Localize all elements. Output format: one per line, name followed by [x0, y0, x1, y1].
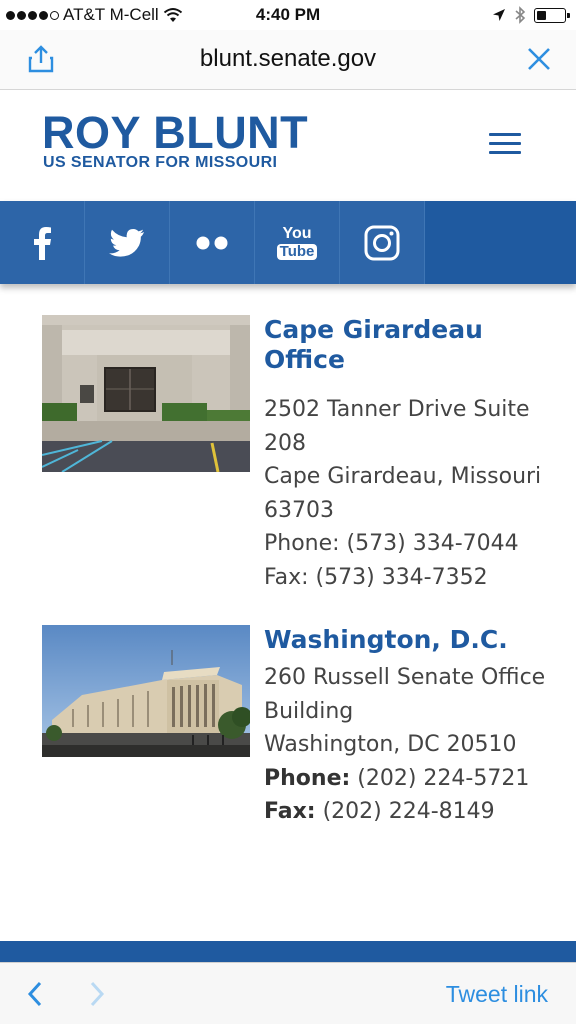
- site-logo-name[interactable]: ROY BLUNT: [42, 109, 308, 157]
- office-photo-washington-dc: [42, 625, 250, 757]
- youtube-icon[interactable]: You Tube: [255, 201, 340, 284]
- clock: 4:40 PM: [255, 5, 321, 24]
- bluetooth-icon: [515, 6, 526, 24]
- office-title-line2: Office: [264, 345, 345, 374]
- social-links-bar: You Tube: [0, 201, 576, 284]
- status-icons: [492, 6, 570, 24]
- fax-label: Fax:: [264, 799, 316, 824]
- twitter-icon[interactable]: [85, 201, 170, 284]
- location-arrow-icon: [493, 9, 505, 21]
- office-city-line1: Cape Girardeau, Missouri: [264, 464, 542, 489]
- hamburger-menu-icon[interactable]: [489, 133, 521, 155]
- phone-label: Phone:: [264, 765, 351, 791]
- youtube-label-top: You: [282, 224, 312, 242]
- office-title[interactable]: Cape Girardeau Office: [264, 315, 554, 375]
- office-title[interactable]: Washington, D.C.: [264, 625, 554, 655]
- facebook-icon[interactable]: [0, 201, 85, 284]
- tweet-link-button[interactable]: Tweet link: [446, 981, 548, 1008]
- instagram-icon[interactable]: [340, 201, 425, 284]
- close-icon[interactable]: [524, 44, 554, 74]
- status-bar: AT&T M-Cell 4:40 PM: [0, 0, 576, 30]
- office-fax: Fax: (573) 334-7352: [264, 564, 488, 590]
- office-photo-cape-girardeau: [42, 315, 250, 472]
- browser-navbar: blunt.senate.gov: [0, 30, 576, 90]
- office-address-line1: 260 Russell Senate Office: [264, 665, 546, 690]
- office-address-line2: 208: [264, 430, 306, 456]
- fax-value: (202) 224-8149: [315, 799, 495, 824]
- youtube-label-bottom: Tube: [276, 243, 318, 260]
- forward-arrow-icon[interactable]: [86, 980, 108, 1008]
- office-fax: Fax: (202) 224-8149: [264, 795, 554, 829]
- office-info-washington-dc: Washington, D.C. 260 Russell Senate Offi…: [264, 625, 554, 829]
- office-phone[interactable]: Phone: (573) 334-7044: [264, 527, 554, 561]
- phone-value: (202) 224-5721: [350, 765, 530, 791]
- office-address-line1: 2502 Tanner Drive Suite: [264, 397, 530, 422]
- browser-toolbar: Tweet link: [0, 962, 576, 1024]
- back-arrow-icon[interactable]: [24, 980, 46, 1008]
- site-footer-strip: [0, 941, 576, 962]
- site-header: ROY BLUNT US SENATOR FOR MISSOURI: [0, 91, 576, 201]
- battery-icon: [534, 7, 570, 23]
- office-city: Washington, DC 20510: [264, 732, 517, 757]
- site-logo-subtitle: US SENATOR FOR MISSOURI: [43, 154, 278, 171]
- office-city-line2: 63703: [264, 497, 334, 523]
- url-display[interactable]: blunt.senate.gov: [0, 45, 576, 73]
- office-info-cape-girardeau: Cape Girardeau Office 2502 Tanner Drive …: [264, 315, 554, 594]
- office-phone[interactable]: Phone: (202) 224-5721: [264, 762, 554, 796]
- office-address-line2: Building: [264, 698, 354, 724]
- office-title-line1: Cape Girardeau: [264, 315, 483, 344]
- flickr-icon[interactable]: [170, 201, 255, 284]
